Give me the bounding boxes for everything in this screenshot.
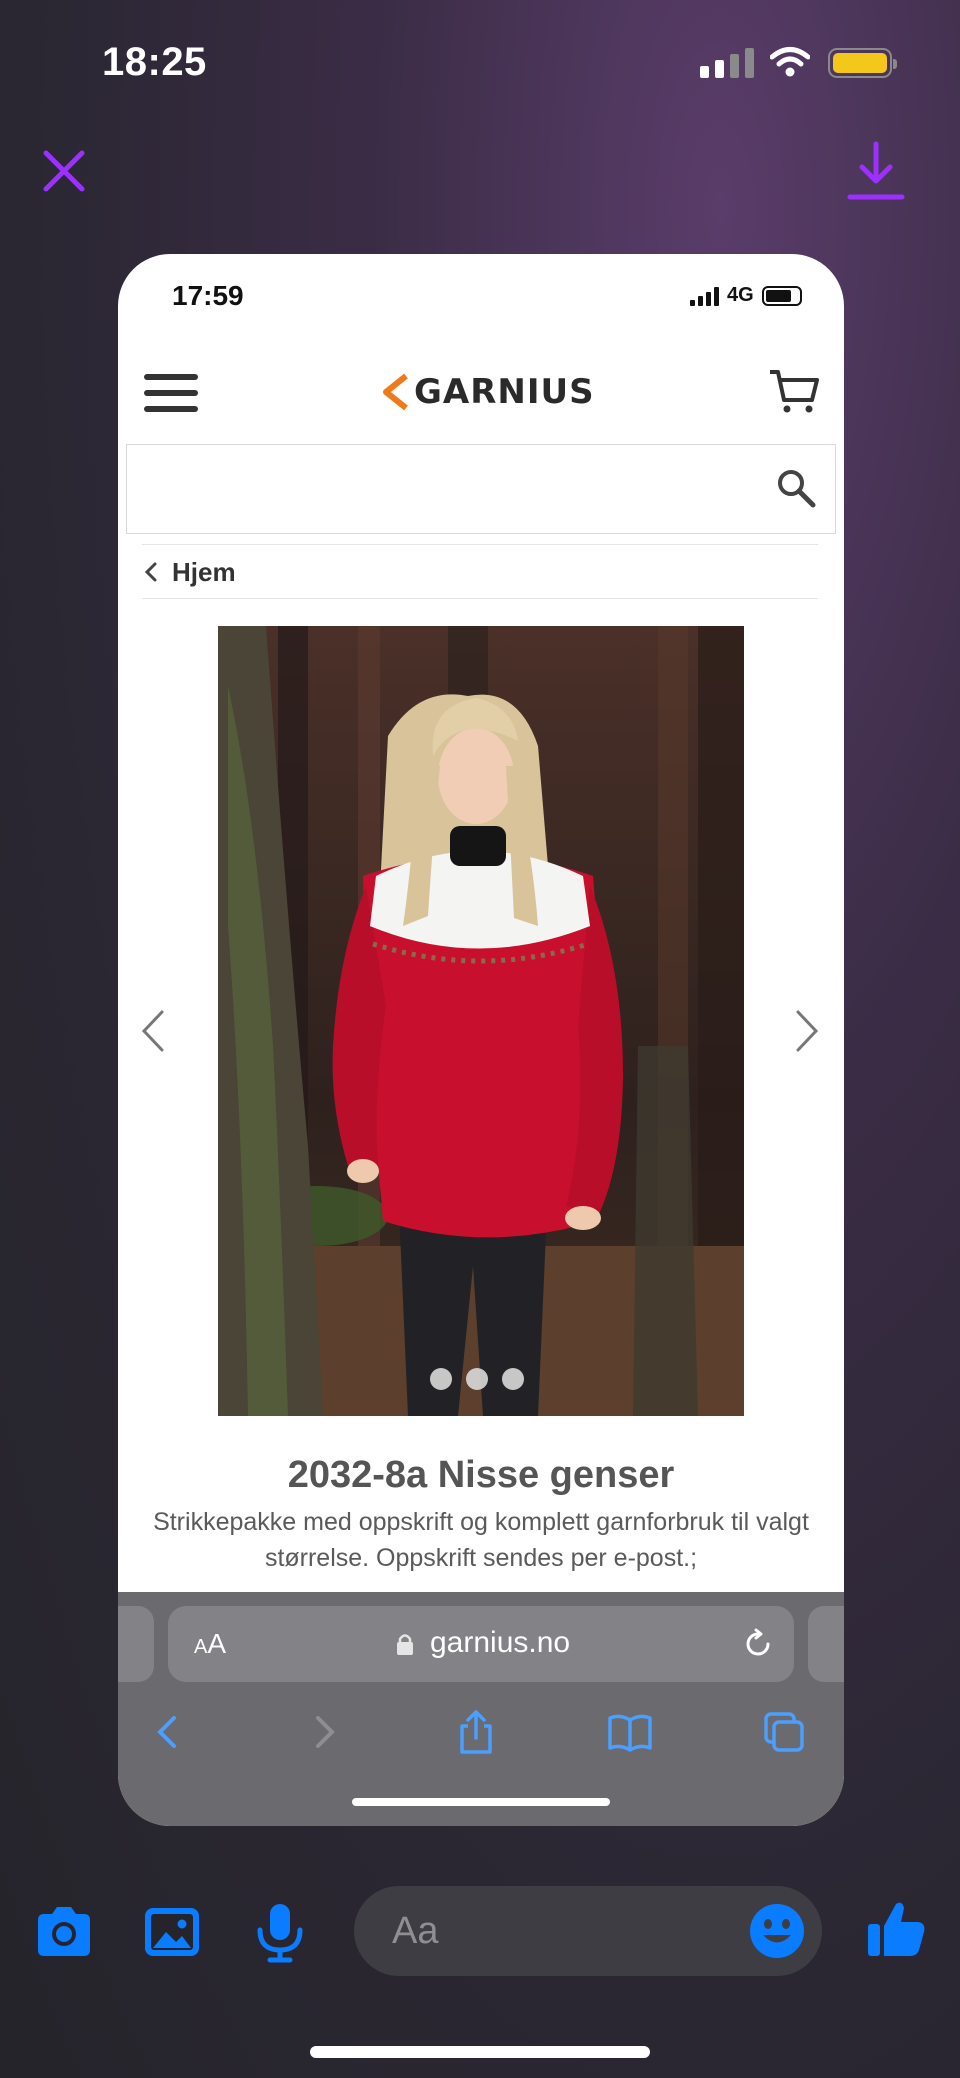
breadcrumb[interactable]: Hjem bbox=[142, 554, 236, 590]
divider bbox=[142, 544, 818, 545]
wifi-icon bbox=[770, 47, 810, 77]
breadcrumb-home[interactable]: Hjem bbox=[172, 557, 236, 588]
inner-status-time: 17:59 bbox=[172, 280, 244, 311]
signal-icon bbox=[700, 48, 754, 78]
message-input[interactable]: Aa bbox=[354, 1886, 822, 1976]
home-indicator bbox=[310, 2046, 650, 2058]
hamburger-icon[interactable] bbox=[144, 374, 198, 414]
bookmarks-icon[interactable] bbox=[606, 1708, 654, 1756]
microphone-icon[interactable] bbox=[248, 1900, 312, 1964]
logo-text: GARNIUS bbox=[414, 372, 595, 412]
inner-status-indicators: 4G bbox=[690, 284, 802, 307]
inner-signal-icon bbox=[690, 286, 719, 306]
search-icon[interactable] bbox=[775, 467, 817, 509]
emoji-icon[interactable] bbox=[748, 1902, 806, 1960]
next-tab-peek[interactable] bbox=[808, 1606, 844, 1682]
previous-tab-peek[interactable] bbox=[118, 1606, 154, 1682]
divider bbox=[142, 598, 818, 599]
battery-icon bbox=[828, 48, 897, 78]
thumbs-up-icon[interactable] bbox=[864, 1896, 928, 1960]
close-icon[interactable] bbox=[40, 147, 88, 195]
garnius-logo[interactable]: GARNIUS bbox=[380, 368, 595, 416]
back-icon[interactable] bbox=[144, 1708, 192, 1756]
camera-icon[interactable] bbox=[32, 1900, 96, 1964]
cart-icon[interactable] bbox=[768, 366, 820, 416]
download-icon[interactable] bbox=[846, 140, 906, 204]
carousel-prev-icon[interactable] bbox=[138, 1006, 168, 1056]
product-title: 2032-8a Nisse genser bbox=[287, 1454, 675, 1496]
url-text[interactable]: garnius.no bbox=[430, 1626, 570, 1660]
inner-home-indicator bbox=[352, 1798, 610, 1806]
status-time: 18:25 bbox=[102, 40, 207, 84]
product-photo-illustration bbox=[218, 626, 744, 1416]
browser-toolbar: AA garnius.no bbox=[118, 1592, 844, 1826]
carousel-dot[interactable] bbox=[430, 1368, 452, 1390]
address-bar[interactable]: AA garnius.no bbox=[168, 1606, 794, 1682]
share-icon[interactable] bbox=[452, 1708, 500, 1756]
carousel-next-icon[interactable] bbox=[792, 1006, 822, 1056]
forward-icon[interactable] bbox=[300, 1708, 348, 1756]
inner-battery-icon bbox=[761, 285, 802, 306]
text-size-button[interactable]: AA bbox=[194, 1628, 226, 1660]
carousel-dot[interactable] bbox=[502, 1368, 524, 1390]
product-image[interactable] bbox=[218, 626, 744, 1416]
logo-chevron-icon bbox=[383, 373, 408, 411]
tabs-icon[interactable] bbox=[760, 1708, 808, 1756]
network-label: 4G bbox=[727, 284, 754, 306]
reload-icon[interactable] bbox=[742, 1628, 774, 1660]
screenshot-preview: 17:59 4G GARNIUS Hjem 2032-8a Nisse gens… bbox=[118, 254, 844, 1826]
carousel-dots[interactable] bbox=[430, 1368, 524, 1390]
chevron-left-icon bbox=[144, 562, 157, 582]
message-placeholder: Aa bbox=[392, 1910, 439, 1952]
lock-icon bbox=[397, 1634, 413, 1655]
product-description: Strikkepakke med oppskrift og komplett g… bbox=[153, 1508, 809, 1572]
carousel-dot[interactable] bbox=[466, 1368, 488, 1390]
search-input[interactable] bbox=[126, 444, 836, 534]
photo-icon[interactable] bbox=[140, 1900, 204, 1964]
